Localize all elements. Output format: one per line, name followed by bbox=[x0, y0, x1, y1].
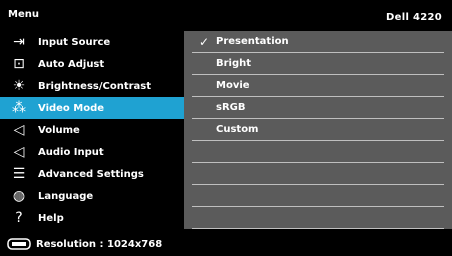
menu-item-volume[interactable]: ◁ Volume bbox=[0, 119, 184, 141]
empty-row bbox=[192, 207, 444, 229]
menu-item-advanced-settings[interactable]: ☰ Advanced Settings bbox=[0, 163, 184, 185]
menu-item-input-source[interactable]: ⇥ Input Source bbox=[0, 31, 184, 53]
display-port-icon bbox=[6, 235, 32, 253]
auto-adjust-icon: ⊡ bbox=[13, 56, 25, 72]
menu-item-language[interactable]: ◍ Language bbox=[0, 185, 184, 207]
menu-item-label: Advanced Settings bbox=[38, 168, 144, 180]
volume-icon: ◁ bbox=[13, 122, 25, 138]
option-label: Movie bbox=[216, 80, 250, 91]
menu-item-label: Video Mode bbox=[38, 102, 105, 114]
input-source-icon: ⇥ bbox=[13, 34, 25, 50]
resolution-text: Resolution : 1024x768 bbox=[36, 238, 163, 250]
status-bar: Resolution : 1024x768 bbox=[0, 232, 452, 256]
language-icon: ◍ bbox=[12, 188, 26, 204]
menu-item-audio-input[interactable]: ◁ Audio Input bbox=[0, 141, 184, 163]
osd-menu: Menu Dell 4220 ⇥ Input Source ⊡ Auto Adj… bbox=[0, 0, 452, 256]
option-label: sRGB bbox=[216, 102, 246, 113]
menu-item-label: Input Source bbox=[38, 36, 111, 48]
osd-header: Menu Dell 4220 bbox=[0, 0, 452, 30]
option-movie[interactable]: Movie bbox=[192, 75, 444, 97]
projector-model: Dell 4220 bbox=[386, 12, 442, 23]
option-label: Custom bbox=[216, 124, 259, 135]
menu-item-label: Volume bbox=[38, 124, 80, 136]
brightness-icon: ☀ bbox=[12, 78, 26, 94]
main-menu: ⇥ Input Source ⊡ Auto Adjust ☀ Brightnes… bbox=[0, 31, 184, 229]
menu-item-label: Auto Adjust bbox=[38, 58, 105, 70]
option-custom[interactable]: Custom bbox=[192, 119, 444, 141]
empty-row bbox=[192, 185, 444, 207]
option-label: Presentation bbox=[216, 36, 289, 47]
video-mode-submenu: ✓ Presentation Bright Movie sRGB Custom bbox=[184, 31, 452, 229]
menu-item-video-mode[interactable]: ⁂ Video Mode bbox=[0, 97, 184, 119]
menu-item-brightness-contrast[interactable]: ☀ Brightness/Contrast bbox=[0, 75, 184, 97]
menu-item-label: Audio Input bbox=[38, 146, 104, 158]
audio-input-icon: ◁ bbox=[13, 144, 25, 160]
menu-item-auto-adjust[interactable]: ⊡ Auto Adjust bbox=[0, 53, 184, 75]
help-icon: ? bbox=[15, 210, 23, 226]
advanced-settings-icon: ☰ bbox=[12, 166, 26, 182]
option-srgb[interactable]: sRGB bbox=[192, 97, 444, 119]
menu-item-help[interactable]: ? Help bbox=[0, 207, 184, 229]
menu-item-label: Language bbox=[38, 190, 94, 202]
menu-item-label: Brightness/Contrast bbox=[38, 80, 152, 92]
empty-row bbox=[192, 163, 444, 185]
menu-item-label: Help bbox=[38, 212, 64, 224]
video-mode-icon: ⁂ bbox=[12, 100, 26, 116]
option-bright[interactable]: Bright bbox=[192, 53, 444, 75]
checkmark-icon: ✓ bbox=[198, 34, 210, 49]
option-presentation[interactable]: ✓ Presentation bbox=[192, 31, 444, 53]
menu-title: Menu bbox=[8, 9, 39, 20]
option-label: Bright bbox=[216, 58, 252, 69]
empty-row bbox=[192, 141, 444, 163]
